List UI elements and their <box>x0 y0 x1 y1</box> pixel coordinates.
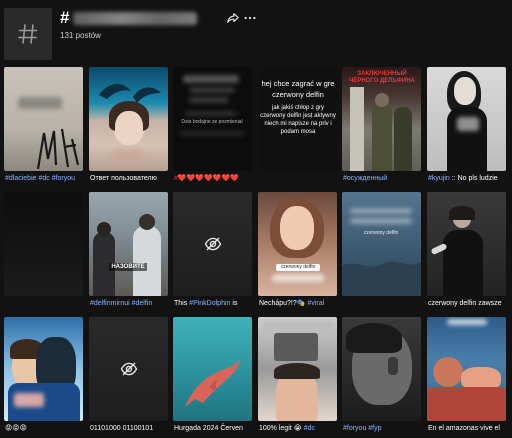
tag-header: # 131 postów <box>0 0 512 62</box>
post-thumbnail[interactable]: czerwony delfin <box>342 192 421 296</box>
overlay-text: НАЗОВИТЕ <box>109 263 147 271</box>
post-caption: #foryou #fyp <box>343 425 382 432</box>
caption-text: This <box>174 300 190 307</box>
post-grid: #dlaciebie #dc #foryou Ответ пользовател… <box>4 67 508 438</box>
post-thumbnail[interactable] <box>173 317 252 421</box>
post-caption: 😡😡😡 <box>5 425 27 432</box>
post-thumbnail[interactable] <box>427 317 506 421</box>
caption-hashtag: #PinkDolphin <box>189 300 231 307</box>
caption-text: 100% legit 😭 <box>259 425 304 432</box>
post-caption: This #PinkDolphin is <box>174 298 252 310</box>
post-thumbnail[interactable] <box>4 317 83 421</box>
post-thumbnail[interactable] <box>173 192 252 296</box>
water-waves <box>342 261 421 296</box>
share-icon[interactable] <box>226 11 240 25</box>
overlay-text: hej chce zagrać w gre <box>261 79 335 88</box>
overlay-text: ЧЁРНОГО ДЕЛЬФИНА <box>349 78 415 84</box>
post-thumbnail[interactable] <box>89 317 168 421</box>
title-hash: # <box>60 8 70 27</box>
caption-text: is <box>230 300 238 307</box>
post-thumbnail[interactable]: Dzie bodajne ze pozmienial <box>173 67 252 171</box>
eye-off-icon <box>204 237 222 251</box>
post-thumbnail[interactable] <box>4 192 83 296</box>
overlay-text: czerwony delfin <box>276 264 320 271</box>
overlay-text: niech mi napisze na priv i <box>264 121 332 127</box>
post-caption: czerwony delfin zawsze <box>428 300 502 307</box>
overlay-text: jak jakiś chłop z gry <box>271 105 325 111</box>
post-caption <box>259 173 337 185</box>
post-thumbnail[interactable] <box>4 67 83 171</box>
more-icon[interactable] <box>243 11 257 25</box>
post-caption <box>5 298 83 310</box>
post-thumbnail[interactable]: hej chce zagrać w gre czerwony delfin ja… <box>258 67 337 171</box>
post-caption: #kyujin :: No pls ludzie <box>428 173 506 185</box>
post-caption: Ответ пользователю <box>90 175 157 182</box>
overlay-text: ЗАКЛЮЧЕННЫЙ <box>357 71 407 77</box>
post-thumbnail[interactable]: czerwony delfin <box>258 192 337 296</box>
caption-hashtag: #dc <box>303 425 316 432</box>
post-thumbnail[interactable] <box>89 67 168 171</box>
post-caption <box>343 298 421 310</box>
post-caption: 01101000 01100101 <box>90 425 154 432</box>
overlay-text: czerwony delfin jest aktywny <box>260 113 336 119</box>
caption-text: Nechápu?!?🎭 <box>259 300 308 307</box>
post-thumbnail[interactable] <box>342 317 421 421</box>
post-caption: Hurgada 2024 Červen <box>174 425 243 432</box>
post-thumbnail[interactable]: НАЗОВИТЕ <box>89 192 168 296</box>
post-count: 131 postów <box>60 31 101 40</box>
post-caption: #dlaciebie #dc #foryou <box>5 175 76 182</box>
eye-off-icon <box>120 362 138 376</box>
post-thumbnail[interactable] <box>258 317 337 421</box>
hashtag-icon <box>18 24 38 44</box>
title-redacted <box>73 11 198 25</box>
post-caption: 100% legit 😭 #dc <box>259 423 337 435</box>
post-caption: En el amazonas vive el <box>428 425 500 432</box>
post-thumbnail[interactable] <box>427 67 506 171</box>
post-thumbnail[interactable]: ЗАКЛЮЧЕННЫЙ ЧЁРНОГО ДЕЛЬФИНА <box>342 67 421 171</box>
overlay-text: Dzie bodajne ze pozmienial <box>181 119 243 125</box>
overlay-text: podam mosa <box>280 129 316 135</box>
overlay-text: czerwony delfin <box>363 230 399 236</box>
page-title: # <box>60 8 198 27</box>
caption-text: :: No pls ludzie <box>449 175 498 182</box>
post-caption: #delfinmirnui #delfin <box>90 300 153 307</box>
dolphin-image <box>185 359 241 407</box>
post-caption: Nechápu?!?🎭 #viral <box>259 298 337 310</box>
graffiti-drawing <box>36 128 80 170</box>
caption-hashtag: #kyujin <box>428 175 450 182</box>
post-thumbnail[interactable] <box>427 192 506 296</box>
post-caption: #осужденный <box>343 175 388 182</box>
caption-hashtag: #viral <box>307 300 325 307</box>
hashtag-avatar <box>4 8 52 60</box>
post-caption: #❤️❤️❤️❤️❤️❤️❤️ <box>174 175 239 182</box>
overlay-text: czerwony delfin <box>272 90 324 99</box>
